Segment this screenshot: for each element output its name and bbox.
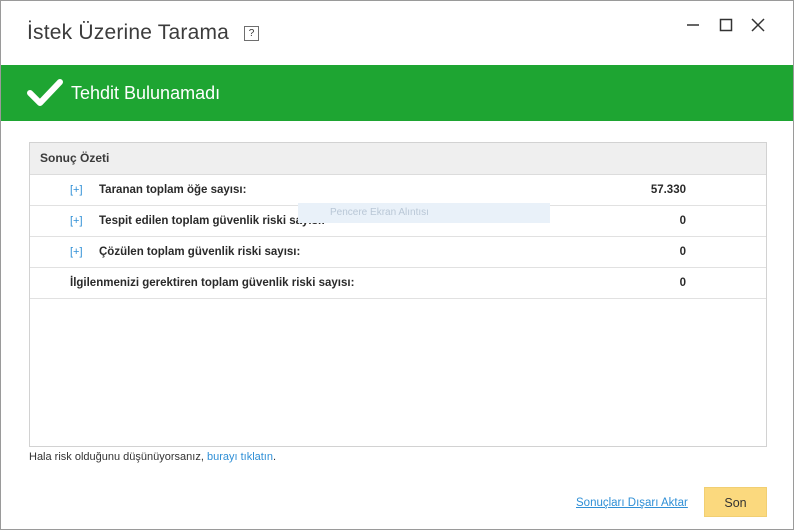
row-value: 0 xyxy=(679,246,686,258)
status-banner: Tehdit Bulunamadı xyxy=(1,65,793,121)
minimize-button[interactable] xyxy=(681,13,705,37)
title-bar: İstek Üzerine Tarama ? xyxy=(1,1,793,65)
risk-note: Hala risk olduğunu düşünüyorsanız, buray… xyxy=(29,451,276,463)
row-label: İlgilenmenizi gerektiren toplam güvenlik… xyxy=(70,277,355,289)
scan-dialog: İstek Üzerine Tarama ? Tehdit Bulunamadı… xyxy=(0,0,794,530)
summary-row-scanned: [+] Taranan toplam öğe sayısı: 57.330 xyxy=(30,175,766,206)
maximize-icon xyxy=(719,18,733,32)
row-label: Taranan toplam öğe sayısı: xyxy=(99,184,247,196)
result-summary-panel: Sonuç Özeti [+] Taranan toplam öğe sayıs… xyxy=(29,142,767,447)
expand-toggle[interactable]: [+] xyxy=(70,215,83,227)
close-icon xyxy=(751,18,765,32)
ghost-tooltip: Pencere Ekran Alıntısı xyxy=(298,203,550,223)
export-results-link[interactable]: Sonuçları Dışarı Aktar xyxy=(576,497,688,509)
click-here-link[interactable]: burayı tıklatın xyxy=(207,451,273,463)
expand-toggle[interactable]: [+] xyxy=(70,246,83,258)
row-label: Tespit edilen toplam güvenlik riski sayı… xyxy=(99,215,326,227)
check-icon xyxy=(27,79,63,106)
row-value: 0 xyxy=(679,277,686,289)
summary-header: Sonuç Özeti xyxy=(30,143,766,175)
summary-row-attention: İlgilenmenizi gerektiren toplam güvenlik… xyxy=(30,268,766,299)
row-value: 57.330 xyxy=(650,184,686,196)
summary-row-resolved: [+] Çözülen toplam güvenlik riski sayısı… xyxy=(30,237,766,268)
help-button[interactable]: ? xyxy=(244,26,259,41)
expand-toggle[interactable]: [+] xyxy=(70,184,83,196)
finish-button[interactable]: Son xyxy=(704,487,767,517)
minimize-icon xyxy=(687,24,699,26)
risk-note-text: Hala risk olduğunu düşünüyorsanız, xyxy=(29,451,207,463)
close-button[interactable] xyxy=(746,13,770,37)
row-label: Çözülen toplam güvenlik riski sayısı: xyxy=(99,246,301,258)
window-title: İstek Üzerine Tarama xyxy=(27,21,230,44)
risk-note-suffix: . xyxy=(273,451,277,463)
row-value: 0 xyxy=(679,215,686,227)
maximize-button[interactable] xyxy=(714,13,738,37)
status-text: Tehdit Bulunamadı xyxy=(71,83,221,103)
